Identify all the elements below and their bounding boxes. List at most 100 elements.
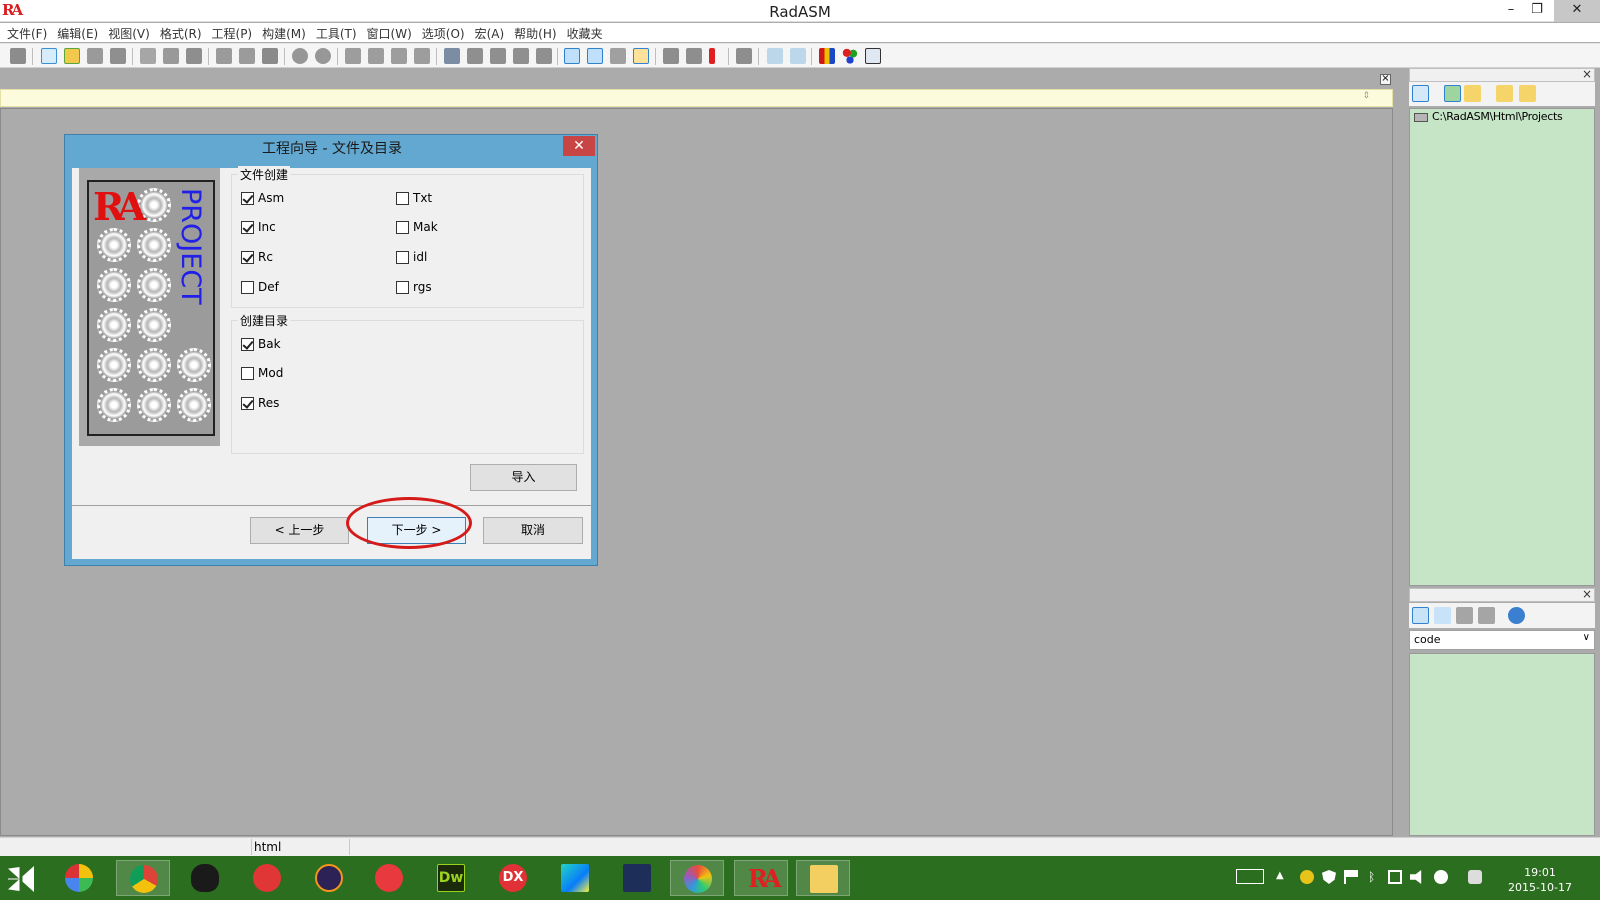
import-icon[interactable] [663,48,679,64]
bookmark-prev-icon[interactable] [391,48,407,64]
data-view-icon[interactable] [1434,607,1451,624]
replace-icon[interactable] [315,48,331,64]
save-icon[interactable] [87,48,103,64]
save-all-icon[interactable] [110,48,126,64]
export-icon[interactable] [686,48,702,64]
menu-tools[interactable]: 工具(T) [313,23,364,42]
checkbox-mak[interactable]: Mak [396,220,438,234]
project-tree[interactable]: C:\RadASM\Html\Projects [1409,108,1595,586]
outdent-icon[interactable] [467,48,483,64]
menu-options[interactable]: 选项(O) [419,23,472,42]
checkbox-rc[interactable]: Rc [241,250,273,264]
output-icon[interactable] [767,48,783,64]
tray-clock[interactable]: 19:01 2015-10-17 [1500,865,1580,895]
back-button[interactable]: < 上一步 [250,517,349,544]
color-bars-icon[interactable] [819,48,835,64]
menu-project[interactable]: 工程(P) [209,23,260,42]
menu-build[interactable]: 构建(M) [259,23,313,42]
checkbox-box[interactable] [241,280,254,294]
checkbox-box[interactable] [241,366,254,380]
taskbar-photos[interactable] [52,860,106,896]
find-icon[interactable] [292,48,308,64]
checkbox-mod[interactable]: Mod [241,366,283,380]
const-view-icon[interactable] [1456,607,1473,624]
project-view-icon[interactable] [564,48,580,64]
network-icon[interactable] [1388,870,1402,884]
close-window-button[interactable]: ✕ [1554,0,1600,22]
search-strip[interactable]: ⇕ [0,89,1393,107]
flag-icon[interactable] [1344,870,1358,884]
bookmark-next-icon[interactable] [368,48,384,64]
checkbox-box[interactable] [396,280,409,294]
output-alt-icon[interactable] [790,48,806,64]
paste-icon[interactable] [186,48,202,64]
checkbox-asm[interactable]: Asm [241,191,284,205]
undo-icon[interactable] [216,48,232,64]
close-icon[interactable]: × [1380,74,1391,85]
code-view-icon[interactable] [1412,607,1429,624]
shield-icon[interactable] [1322,870,1336,884]
checkbox-box[interactable] [241,220,254,234]
keyboard-icon[interactable] [1236,869,1264,884]
uncomment-icon[interactable] [513,48,529,64]
project-view-icon[interactable] [1412,85,1429,102]
properties-icon[interactable] [633,48,649,64]
palette-icon[interactable] [842,48,858,64]
checkbox-box[interactable] [241,396,254,410]
menu-help[interactable]: 帮助(H) [511,23,563,42]
checkbox-idl[interactable]: idl [396,250,427,264]
checkbox-inc[interactable]: Inc [241,220,276,234]
open-file-icon[interactable] [64,48,80,64]
taskbar-explorer[interactable] [796,860,850,896]
checkbox-box[interactable] [241,191,254,205]
checkbox-box[interactable] [396,191,409,205]
checkbox-res[interactable]: Res [241,396,279,410]
taskbar-dreamweaver[interactable]: Dw [424,860,478,896]
close-icon[interactable]: × [1582,67,1592,81]
folder-back-icon[interactable] [1496,85,1513,102]
menu-macro[interactable]: 宏(A) [472,23,512,42]
search-window-icon[interactable] [865,48,881,64]
import-icon[interactable] [1444,85,1461,102]
cancel-button[interactable]: 取消 [483,517,583,544]
taskbar-netease[interactable] [240,860,294,896]
checkbox-bak[interactable]: Bak [241,337,281,351]
bookmark-clear-icon[interactable] [414,48,430,64]
close-icon[interactable]: × [1582,587,1592,601]
print-icon[interactable] [10,48,26,64]
checkbox-rgs[interactable]: rgs [396,280,432,294]
properties-type-select[interactable]: code ∨ [1409,630,1595,650]
redo-icon[interactable] [239,48,255,64]
windows-start-icon[interactable] [8,866,34,892]
scroll-arrow-icon[interactable]: ⇕ [1362,91,1370,101]
checkbox-box[interactable] [396,250,409,264]
checkbox-box[interactable] [241,250,254,264]
indent-icon[interactable] [444,48,460,64]
tools-icon[interactable] [610,48,626,64]
refresh-icon[interactable] [1508,607,1525,624]
bookmark-icon[interactable] [345,48,361,64]
taskbar-webstorm[interactable] [548,860,602,896]
ime-icon[interactable] [1468,870,1482,884]
taskbar-paint[interactable] [670,860,724,896]
bluetooth-icon[interactable]: ᛒ [1368,870,1382,884]
taskbar-chrome[interactable] [116,860,170,896]
menu-format[interactable]: 格式(R) [157,23,209,42]
volume-icon[interactable] [1410,870,1422,884]
struct-view-icon[interactable] [1478,607,1495,624]
delete-icon[interactable] [262,48,278,64]
menu-window[interactable]: 窗口(W) [364,23,419,42]
project-path[interactable]: C:\RadASM\Html\Projects [1432,110,1563,123]
menu-view[interactable]: 视图(V) [105,23,157,42]
warning-icon[interactable] [709,48,715,64]
comment-icon[interactable] [490,48,506,64]
checkbox-box[interactable] [396,220,409,234]
menu-favorites[interactable]: 收藏夹 [564,23,610,42]
align-icon[interactable] [536,48,552,64]
checkbox-def[interactable]: Def [241,280,279,294]
taskbar-radasm[interactable]: RA [734,860,788,896]
tray-app-icon[interactable] [1300,870,1314,884]
checkbox-box[interactable] [241,337,254,351]
menu-edit[interactable]: 编辑(E) [54,23,105,42]
menu-file[interactable]: 文件(F) [4,23,54,42]
